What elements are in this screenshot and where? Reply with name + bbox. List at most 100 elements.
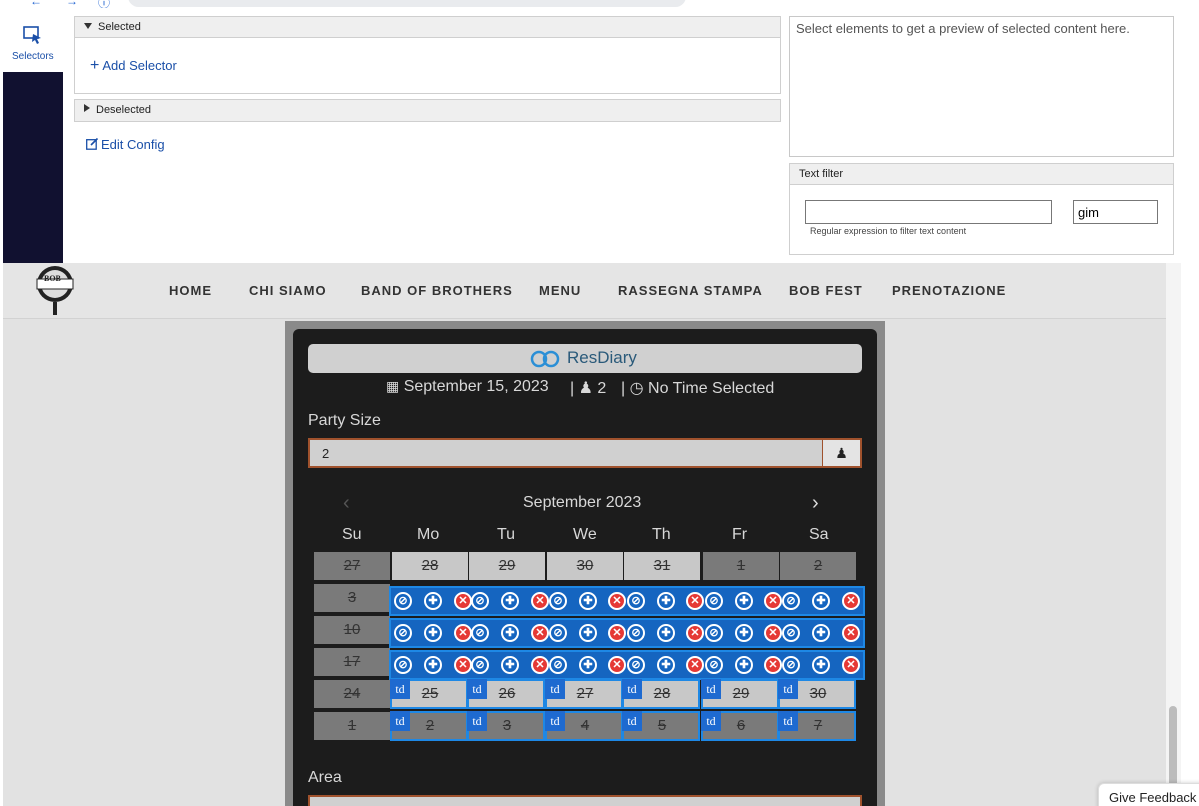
day-cell[interactable]: 24 [314,680,390,708]
day-cell[interactable]: 30 [547,552,623,580]
remove-icon[interactable]: ✕ [454,656,472,674]
day-cell[interactable]: 1 [703,552,779,580]
expand-icon[interactable]: ✚ [424,656,442,674]
deselect-icon[interactable]: ⊘ [549,592,567,610]
remove-icon[interactable]: ✕ [531,592,549,610]
deselect-icon[interactable]: ⊘ [394,592,412,610]
nav-band-of-brothers[interactable]: BAND OF BROTHERS [361,283,513,298]
expand-icon[interactable]: ✚ [735,592,753,610]
expand-icon[interactable]: ✚ [424,624,442,642]
td-tag: td [622,679,642,699]
filter-flags-input[interactable]: gim [1073,200,1158,224]
filter-hint: Regular expression to filter text conten… [810,226,967,236]
back-icon[interactable]: ← [30,0,42,8]
remove-icon[interactable]: ✕ [764,592,782,610]
day-cell[interactable]: 1 [314,712,390,740]
day-cell[interactable]: 3 [314,584,390,612]
expand-icon[interactable]: ✚ [579,656,597,674]
selectors-tab-label[interactable]: Selectors [12,51,54,62]
selected-panel-header[interactable]: Selected [74,16,781,38]
deselect-icon[interactable]: ⊘ [471,592,489,610]
deselect-icon[interactable]: ⊘ [394,624,412,642]
remove-icon[interactable]: ✕ [764,624,782,642]
remove-icon[interactable]: ✕ [608,656,626,674]
td-tag: td [622,711,642,731]
remove-icon[interactable]: ✕ [842,624,860,642]
deselect-icon[interactable]: ⊘ [782,656,800,674]
deselect-icon[interactable]: ⊘ [627,656,645,674]
nav-rassegna-stampa[interactable]: RASSEGNA STAMPA [618,283,763,298]
nav-bob-fest[interactable]: BOB FEST [789,283,863,298]
day-cell[interactable]: 10 [314,616,390,644]
expand-icon[interactable]: ✚ [501,656,519,674]
deselect-icon[interactable]: ⊘ [549,624,567,642]
deselect-icon[interactable]: ⊘ [394,656,412,674]
expand-icon[interactable]: ✚ [735,656,753,674]
logo-text: BOB [44,274,61,283]
nav-menu[interactable]: MENU [539,283,581,298]
preview-textarea[interactable]: Select elements to get a preview of sele… [789,16,1174,157]
expand-icon[interactable]: ✚ [657,656,675,674]
filter-regex-input[interactable] [805,200,1052,224]
forward-icon[interactable]: → [66,0,78,8]
remove-icon[interactable]: ✕ [531,656,549,674]
next-month-icon[interactable]: › [812,492,819,515]
remove-icon[interactable]: ✕ [454,592,472,610]
remove-icon[interactable]: ✕ [454,624,472,642]
day-cell[interactable]: 29 [469,552,545,580]
expand-icon[interactable]: ✚ [501,592,519,610]
deselect-icon[interactable]: ⊘ [627,592,645,610]
deselect-icon[interactable]: ⊘ [471,656,489,674]
deselected-panel-header[interactable]: Deselected [74,99,781,122]
day-cell[interactable]: 17 [314,648,390,676]
party-size-select[interactable]: 2 [308,438,862,468]
cursor-select-icon[interactable] [23,25,43,45]
party-user-icon[interactable]: ♟ [822,440,860,466]
deselect-icon[interactable]: ⊘ [705,592,723,610]
remove-icon[interactable]: ✕ [608,592,626,610]
give-feedback-button[interactable]: Give Feedback [1098,783,1199,806]
nav-chi-siamo[interactable]: CHI SIAMO [249,283,327,298]
deselect-icon[interactable]: ⊘ [627,624,645,642]
area-select[interactable] [308,795,862,806]
day-cell[interactable]: 27 [314,552,390,580]
deselect-icon[interactable]: ⊘ [471,624,489,642]
td-tag: td [545,711,565,731]
remove-icon[interactable]: ✕ [842,656,860,674]
nav-prenotazione[interactable]: PRENOTAZIONE [892,283,1006,298]
expand-icon[interactable]: ✚ [657,592,675,610]
remove-icon[interactable]: ✕ [686,592,704,610]
expand-icon[interactable]: ✚ [579,624,597,642]
td-tag: td [390,679,410,699]
expand-icon[interactable]: ✚ [812,592,830,610]
deselect-icon[interactable]: ⊘ [705,656,723,674]
remove-icon[interactable]: ✕ [686,656,704,674]
deselect-icon[interactable]: ⊘ [782,592,800,610]
day-cell[interactable]: 2 [780,552,856,580]
expand-icon[interactable]: ✚ [424,592,442,610]
remove-icon[interactable]: ✕ [608,624,626,642]
remove-icon[interactable]: ✕ [686,624,704,642]
deselect-icon[interactable]: ⊘ [705,624,723,642]
edit-config-button[interactable]: Edit Config [86,137,165,152]
expand-icon[interactable]: ✚ [735,624,753,642]
expand-icon[interactable]: ✚ [657,624,675,642]
expand-icon[interactable]: ✚ [812,656,830,674]
remove-icon[interactable]: ✕ [531,624,549,642]
caret-down-icon [84,23,92,29]
prev-month-icon[interactable]: ‹ [343,492,350,515]
expand-icon[interactable]: ✚ [812,624,830,642]
td-overlay: td [390,711,468,741]
remove-icon[interactable]: ✕ [764,656,782,674]
bob-logo[interactable] [34,264,76,316]
address-bar[interactable] [128,0,686,7]
deselect-icon[interactable]: ⊘ [782,624,800,642]
day-cell[interactable]: 28 [392,552,468,580]
expand-icon[interactable]: ✚ [579,592,597,610]
deselect-icon[interactable]: ⊘ [549,656,567,674]
nav-home[interactable]: HOME [169,283,212,298]
remove-icon[interactable]: ✕ [842,592,860,610]
add-selector-button[interactable]: + Add Selector [90,57,177,75]
day-cell[interactable]: 31 [624,552,700,580]
expand-icon[interactable]: ✚ [501,624,519,642]
